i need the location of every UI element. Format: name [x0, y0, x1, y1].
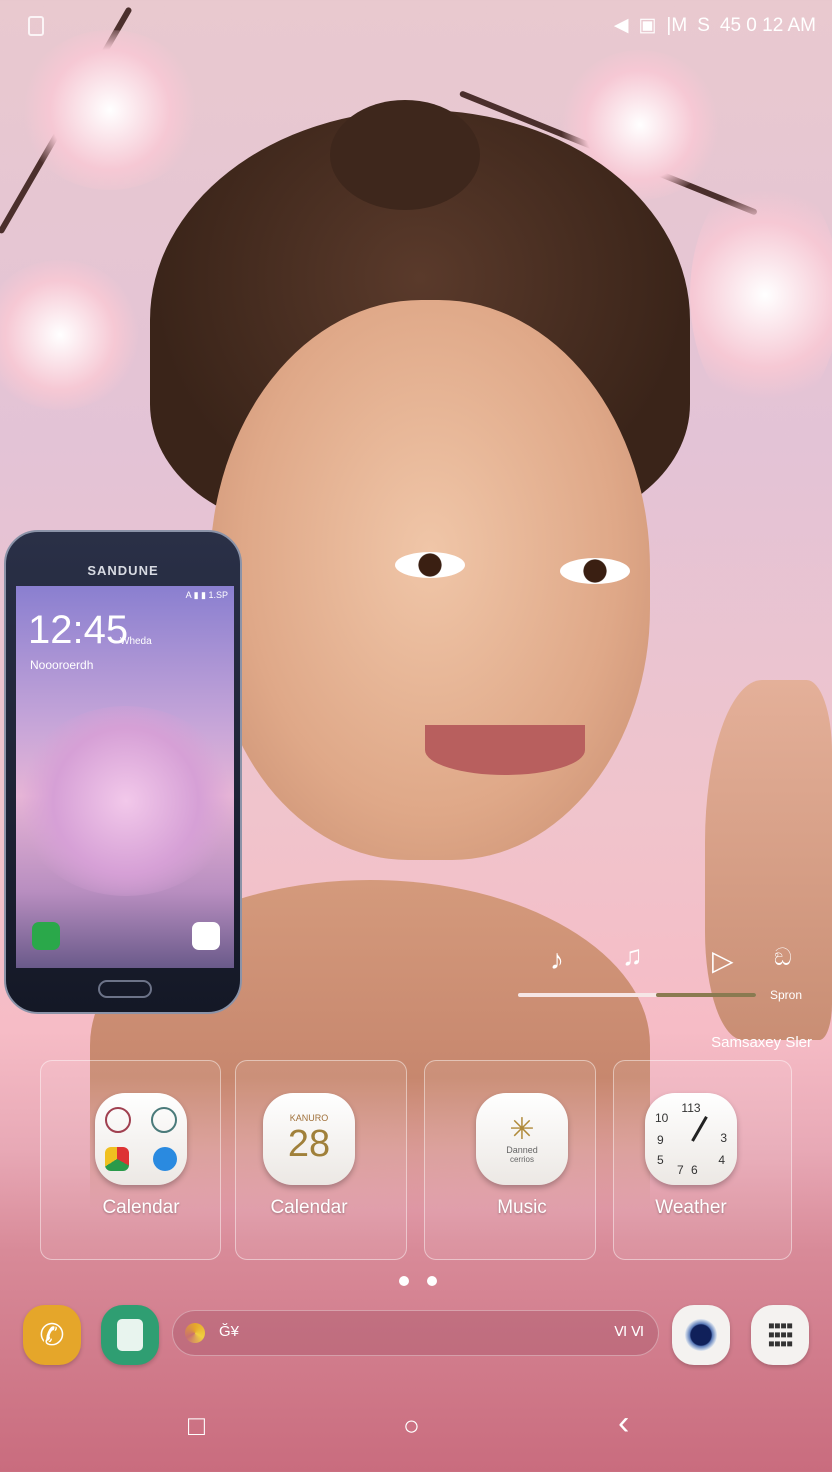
music-text: cerrios	[509, 1154, 534, 1164]
clock-number: 9	[657, 1133, 664, 1147]
app-label: Weather	[655, 1197, 727, 1218]
clock-number: 113	[681, 1101, 701, 1115]
phone-home-button	[98, 980, 152, 998]
image-icon: ▣	[638, 15, 657, 36]
phone-brand: SANDUNE	[87, 563, 159, 578]
notification-icon: ◀	[613, 15, 629, 36]
clock-number: 4	[718, 1153, 725, 1167]
search-hint: Ğ¥	[219, 1323, 240, 1340]
lips	[425, 725, 585, 775]
signal-icon: |M	[666, 14, 688, 36]
messages-icon[interactable]	[101, 1305, 159, 1365]
calendar-day: 28	[287, 1122, 331, 1165]
calendar-icon: KANURO 28	[263, 1093, 355, 1185]
phone-call-icon	[32, 922, 60, 950]
app-music[interactable]: ✳ Danned cerrios Music	[457, 1093, 587, 1219]
clock: 45 0 12 AM	[719, 14, 816, 36]
app-label: Calendar	[270, 1197, 348, 1218]
blossom	[690, 170, 832, 420]
clock-number: 5	[657, 1153, 664, 1167]
apps-grid-icon[interactable]: ▪▪▪▪ ▪▪▪▪ ▪▪▪▪	[751, 1305, 809, 1365]
phone-screen: A ▮ ▮ 1.SP 12:45 Wheda Noooroerdh	[16, 586, 234, 968]
clock-number: 10	[655, 1111, 669, 1125]
blossom	[20, 30, 200, 190]
voice-icon[interactable]: Ⅵ Ⅵ	[614, 1323, 644, 1340]
google-icon	[185, 1323, 205, 1343]
calendar-month: KANURO	[289, 1112, 329, 1123]
app-weather[interactable]: 113 10 9 5 6 7 3 4 Weather	[626, 1093, 756, 1219]
search-bar[interactable]: Ğ¥ Ⅵ Ⅵ	[172, 1310, 659, 1356]
widget-caption: Samsaxey Sler	[711, 1034, 812, 1051]
clock-icon: 113 10 9 5 6 7 3 4	[645, 1093, 737, 1185]
music-text: Danned	[506, 1144, 538, 1155]
music-notes-icon[interactable]: ♫	[622, 940, 643, 972]
hand	[705, 680, 832, 1040]
folder-icon	[95, 1093, 187, 1185]
music-icon: ✳ Danned cerrios	[476, 1093, 568, 1185]
recent-apps-button[interactable]: □	[188, 1410, 205, 1442]
app-label: Music	[497, 1197, 547, 1218]
camera-icon[interactable]	[672, 1305, 730, 1365]
app-label: Calendar	[102, 1197, 180, 1218]
action-label: Spron	[770, 988, 803, 1002]
phone-day: Wheda	[120, 636, 152, 647]
clock-number: 6	[691, 1163, 698, 1177]
clock-number: 7	[677, 1163, 684, 1177]
sim-icon	[28, 16, 44, 36]
sync-icon: S	[697, 14, 710, 36]
phone-image: SANDUNE A ▮ ▮ 1.SP 12:45 Wheda Noooroerd…	[4, 530, 242, 1014]
status-bar: ◀ ▣ |M S 45 0 12 AM	[614, 14, 816, 37]
clock-number: 3	[720, 1131, 727, 1145]
progress-fill	[656, 993, 756, 997]
music-note-icon[interactable]: ♪	[550, 944, 564, 976]
app-calendar-folder[interactable]: Calendar	[76, 1093, 206, 1219]
blossom	[0, 260, 140, 410]
phone-status: A ▮ ▮ 1.SP	[185, 590, 228, 600]
page-dot[interactable]	[427, 1276, 437, 1286]
media-progress[interactable]	[518, 993, 756, 997]
eye	[395, 552, 465, 578]
page-dot-active[interactable]	[399, 1276, 409, 1286]
phone-time: 12:45	[28, 608, 129, 652]
phone-icon[interactable]: ✆	[23, 1305, 81, 1365]
bug-icon[interactable]: ඞ	[774, 944, 792, 972]
phone-store-icon	[192, 922, 220, 950]
eye	[560, 558, 630, 584]
app-calendar[interactable]: KANURO 28 Calendar	[244, 1093, 374, 1219]
hair-bun	[330, 100, 480, 210]
blossom-tree	[16, 706, 234, 896]
phone-date: Noooroerdh	[30, 658, 94, 672]
play-icon[interactable]: ▷	[712, 944, 734, 977]
home-button[interactable]: ○	[403, 1410, 420, 1442]
back-button[interactable]: ‹	[618, 1404, 629, 1443]
